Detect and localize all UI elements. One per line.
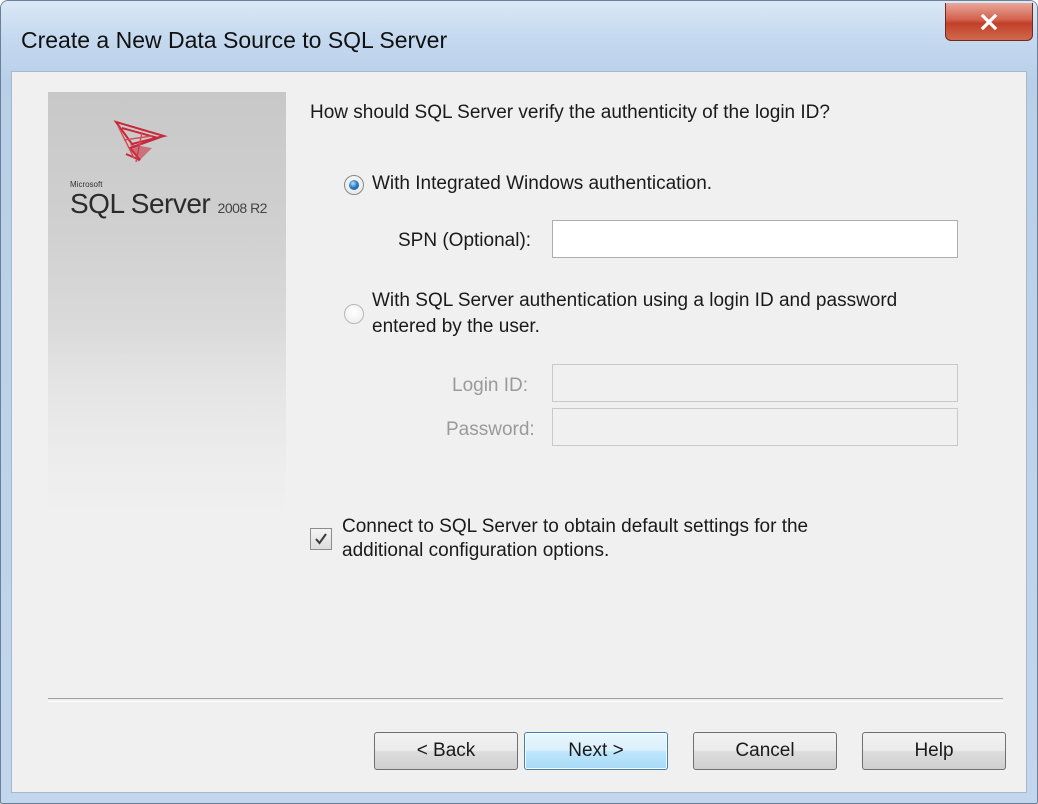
login-id-input[interactable]: [552, 364, 958, 402]
spn-input[interactable]: [552, 220, 958, 258]
close-button[interactable]: [945, 3, 1033, 41]
footer-separator: [48, 698, 1003, 702]
sql-auth-label-line2[interactable]: entered by the user.: [372, 316, 540, 338]
logo-product-text: SQL Server: [70, 188, 211, 219]
spn-label: SPN (Optional):: [398, 230, 532, 251]
sql-auth-radio[interactable]: [344, 304, 364, 324]
logo-product-name: SQL Server 2008 R2: [70, 188, 267, 220]
auth-question: How should SQL Server verify the authent…: [310, 102, 830, 123]
windows-auth-radio[interactable]: [344, 175, 364, 195]
connect-default-label-line1[interactable]: Connect to SQL Server to obtain default …: [342, 516, 808, 538]
connect-default-checkbox[interactable]: [310, 528, 332, 550]
checkmark-icon: [315, 533, 327, 545]
next-button[interactable]: Next >: [524, 732, 668, 770]
window-title: Create a New Data Source to SQL Server: [21, 27, 448, 53]
logo-version-text: 2008 R2: [217, 200, 268, 216]
title-bar[interactable]: Create a New Data Source to SQL Server: [1, 1, 1037, 81]
close-icon: [980, 13, 998, 30]
help-button[interactable]: Help: [862, 732, 1006, 770]
cancel-button[interactable]: Cancel: [693, 732, 837, 770]
sql-auth-label-line1[interactable]: With SQL Server authentication using a l…: [372, 290, 897, 312]
password-label: Password:: [446, 419, 535, 440]
password-input[interactable]: [552, 408, 958, 446]
product-banner: Microsoft SQL Server 2008 R2: [48, 92, 286, 548]
windows-auth-label[interactable]: With Integrated Windows authentication.: [372, 173, 712, 195]
back-button[interactable]: < Back: [374, 732, 518, 770]
dialog-window: Create a New Data Source to SQL Server M…: [0, 0, 1038, 804]
login-id-label: Login ID:: [452, 375, 529, 396]
dialog-body: Microsoft SQL Server 2008 R2 How should …: [11, 71, 1027, 793]
sql-server-logo-icon: [113, 120, 168, 163]
connect-default-label-line2[interactable]: additional configuration options.: [342, 540, 609, 562]
